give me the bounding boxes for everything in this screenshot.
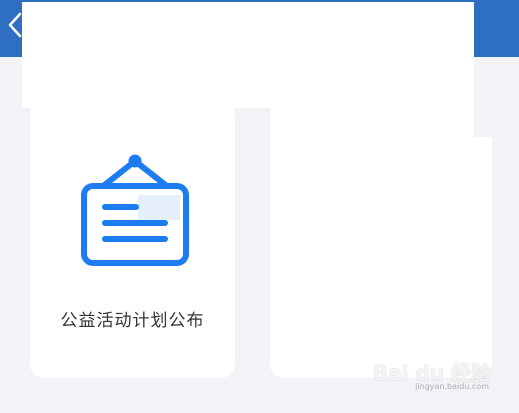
card-edge-gap [474,100,492,137]
card-label-public-welfare-plan: 公益活动计划公布 [60,311,205,331]
watermark-url: jingyan.baidu.com [415,382,489,391]
card-blank[interactable] [270,100,492,378]
chevron-left-icon [8,12,22,38]
notice-board-icon [81,154,189,266]
baidu-jingyan-watermark: Bai du 经验 jingyan.baidu.com [373,363,491,391]
header-overlay-panel [22,2,474,108]
